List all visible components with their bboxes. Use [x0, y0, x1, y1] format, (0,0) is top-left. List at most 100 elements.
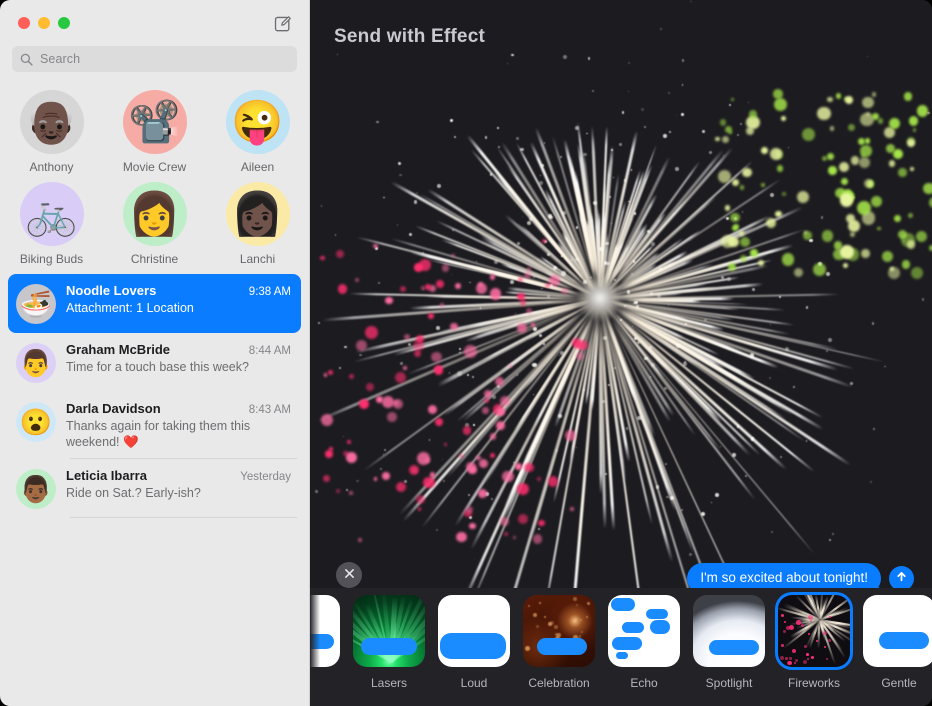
firework-green-spark — [871, 196, 883, 208]
firework-spark — [538, 334, 542, 338]
firework-spark — [732, 453, 736, 457]
firework-spark — [779, 295, 782, 298]
effect-thumbnail[interactable] — [608, 595, 680, 667]
background-star — [346, 489, 348, 491]
pinned-conversation-christine[interactable]: 👩 Christine — [109, 182, 201, 266]
effect-thumbnail[interactable] — [523, 595, 595, 667]
pinned-conversation-movie-crew[interactable]: 📽️ Movie Crew — [109, 90, 201, 174]
effect-thumbnail[interactable] — [353, 595, 425, 667]
background-star — [318, 321, 320, 324]
effect-thumbnail[interactable] — [863, 595, 932, 667]
effect-option-gentle[interactable]: Gentle — [863, 595, 932, 690]
firework-spark — [609, 196, 612, 199]
conversation-row[interactable]: 🍜 Noodle Lovers 9:38 AM Attachment: 1 Locat… — [8, 274, 301, 333]
effect-thumbnail[interactable] — [438, 595, 510, 667]
firework-pink-spark — [517, 323, 527, 333]
firework-spark — [436, 184, 441, 189]
firework-pink-spark — [348, 373, 355, 380]
firework-thumb-dot — [781, 644, 784, 647]
effect-thumbnail[interactable] — [693, 595, 765, 667]
firework-spark — [607, 383, 610, 386]
conversation-body: Leticia Ibarra Yesterday Ride on Sat.? Ear… — [66, 468, 291, 501]
background-star — [315, 490, 318, 493]
firework-pink-spark — [412, 340, 425, 352]
firework-spark — [610, 148, 614, 151]
firework-green-spark — [812, 262, 826, 276]
effect-thumbnail[interactable] — [778, 595, 850, 667]
background-star — [376, 120, 379, 124]
firework-green-spark — [828, 166, 838, 175]
effect-option-fireworks[interactable]: Fireworks — [778, 595, 850, 690]
background-star — [543, 142, 546, 144]
effects-carousel[interactable]: Lasers Loud Celebration Echo Spotlight Firewo… — [310, 588, 932, 706]
background-star — [659, 27, 663, 31]
conversation-row[interactable]: 👨 Graham McBride 8:44 AM Time for a touch b… — [8, 333, 301, 392]
conversation-name: Darla Davidson — [66, 401, 161, 416]
effect-option-spotlight[interactable]: Spotlight — [693, 595, 765, 690]
firework-spark — [701, 130, 705, 134]
thumbnail-bubble — [310, 634, 334, 649]
close-window-button[interactable] — [18, 17, 30, 29]
firework-thumb-dot — [785, 657, 788, 660]
firework-spark — [547, 253, 551, 256]
pinned-conversation-aileen[interactable]: 😜 Aileen — [212, 90, 304, 174]
minimize-window-button[interactable] — [38, 17, 50, 29]
conversation-row[interactable]: 😮 Darla Davidson 8:43 AM Thanks again for t… — [8, 392, 301, 459]
effect-label: Celebration — [528, 676, 590, 690]
background-star — [442, 458, 444, 461]
search-input[interactable]: Search — [12, 46, 297, 72]
firework-spark — [805, 440, 808, 443]
conversation-preview: Ride on Sat.? Early-ish? — [66, 486, 201, 500]
firework-thumb-dot — [808, 633, 810, 635]
firework-pink-spark — [347, 440, 351, 445]
firework-green-spark — [901, 260, 911, 269]
firework-pink-spark — [489, 288, 502, 300]
firework-pink-spark — [536, 476, 542, 482]
background-star — [681, 59, 685, 62]
pinned-conversation-lanchi[interactable]: 👩🏿 Lanchi — [212, 182, 304, 266]
effect-option-lasers[interactable]: Lasers — [353, 595, 425, 690]
thumbnail-bubble — [709, 640, 759, 655]
firework-spark — [700, 511, 705, 517]
effect-option-loud[interactable]: Loud — [438, 595, 510, 690]
firework-spark — [479, 307, 481, 309]
firework-green-spark — [908, 116, 919, 126]
firework-spark — [489, 173, 493, 176]
pinned-conversation-anthony[interactable]: 👴🏿 Anthony — [6, 90, 98, 174]
effect-thumbnail[interactable] — [310, 595, 340, 667]
firework-pink-spark — [489, 452, 495, 458]
firework-spark — [493, 259, 498, 264]
conversation-preview: Thanks again for taking them this weeken… — [66, 419, 251, 449]
firework-pink-spark — [427, 313, 434, 320]
avatar-glyph: 🍜 — [19, 289, 53, 319]
pinned-conversation-label: Biking Buds — [19, 252, 84, 266]
firework-green-spark — [858, 156, 871, 169]
firework-spark — [575, 258, 579, 262]
effect-option-partial[interactable] — [310, 595, 340, 690]
conversation-header: Noodle Lovers 9:38 AM — [66, 283, 291, 298]
compose-new-message-button[interactable] — [271, 11, 295, 35]
firework-spark — [788, 146, 790, 148]
firework-pink-spark — [450, 322, 458, 330]
effect-option-celebration[interactable]: Celebration — [523, 595, 595, 690]
search-icon — [20, 53, 33, 66]
firework-green-spark — [827, 152, 835, 160]
conversation-row[interactable]: 👨🏾 Leticia Ibarra Yesterday Ride on Sat.? E… — [8, 459, 301, 518]
firework-spark — [779, 455, 783, 458]
titlebar — [0, 0, 309, 46]
maximize-window-button[interactable] — [58, 17, 70, 29]
celebration-ember — [550, 621, 555, 626]
firework-spark — [507, 63, 509, 65]
firework-spark — [749, 353, 754, 358]
firework-green-spark — [871, 92, 877, 97]
effect-option-echo[interactable]: Echo — [608, 595, 680, 690]
firework-spark — [549, 215, 554, 220]
pinned-conversation-biking-buds[interactable]: 🚲 Biking Buds — [6, 182, 98, 266]
firework-spark — [826, 271, 830, 276]
firework-green-spark — [862, 97, 874, 109]
firework-spark — [546, 294, 550, 298]
close-effect-button[interactable] — [336, 562, 362, 588]
firework-green-spark — [730, 98, 734, 102]
firework-pink-spark — [469, 522, 476, 530]
firework-spark — [510, 53, 514, 57]
